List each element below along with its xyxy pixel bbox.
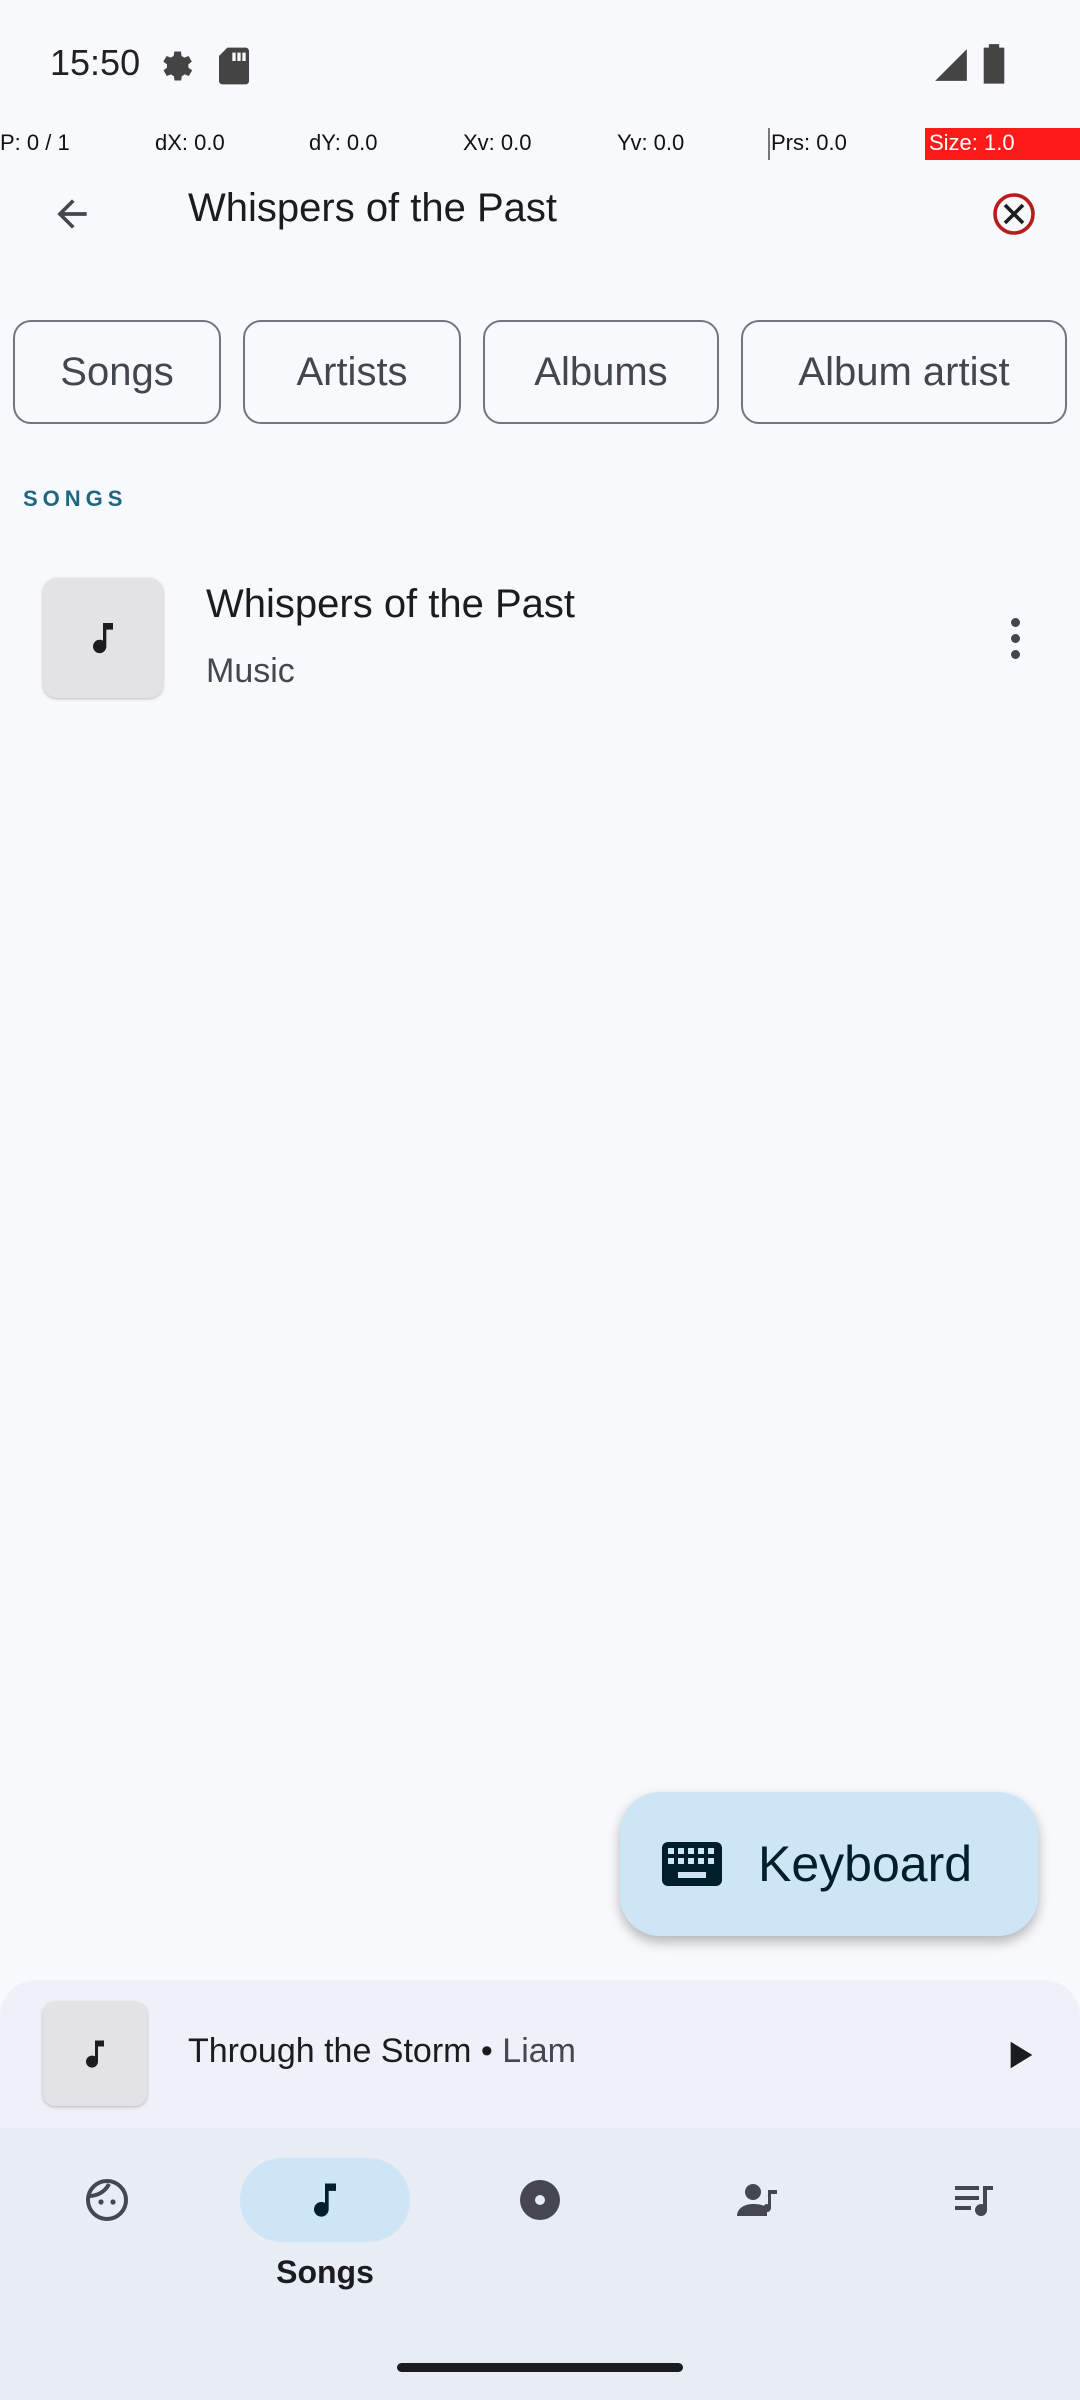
mini-player-track: Through the Storm • Liam [188,2032,576,2071]
play-button[interactable] [994,2030,1044,2080]
signal-icon [932,46,970,89]
battery-icon [982,42,1006,89]
nav-item-artists[interactable] [672,2158,842,2308]
arrow-back-icon [57,199,87,229]
chip-artists[interactable]: Artists [243,320,461,424]
song-title: Whispers of the Past [206,582,576,626]
nav-label-songs: Songs [276,2254,374,2290]
section-title-songs: SONGS [23,486,128,511]
debug-yv: Yv: 0.0 [617,130,685,155]
settings-gear-icon [156,46,196,91]
more-options-button[interactable] [990,610,1040,666]
debug-dx: dX: 0.0 [155,130,225,155]
nav-item-playlists[interactable] [888,2158,1058,2308]
chip-songs[interactable]: Songs [13,320,221,424]
artist-icon [737,2184,777,2216]
search-toolbar: Whispers of the Past [0,160,1080,260]
nav-item-songs[interactable]: Songs [240,2158,410,2308]
status-time: 15:50 [50,42,141,83]
mini-player[interactable]: Through the Storm • Liam [0,1980,1080,2128]
nav-item-for-you[interactable] [22,2158,192,2308]
keyboard-icon [662,1842,722,1886]
nav-item-albums[interactable] [455,2158,625,2308]
music-note-icon [93,623,113,654]
sd-card-icon [216,46,252,91]
playlist-icon [955,2186,993,2217]
gesture-handle [397,2363,683,2372]
debug-size: Size: 1.0 [925,128,1080,160]
song-artwork [43,578,163,698]
mini-player-separator: • [471,2032,503,2070]
bottom-navigation: Songs [0,2128,1080,2400]
debug-xv: Xv: 0.0 [463,130,532,155]
chip-albums[interactable]: Albums [483,320,719,424]
search-input[interactable]: Whispers of the Past [188,186,557,231]
song-subtitle: Music [206,652,295,690]
mini-player-artwork [43,2002,147,2106]
clear-icon [993,193,1035,235]
filter-chips: Songs Artists Albums Album artist [0,320,1080,424]
clear-search-button[interactable] [986,186,1042,242]
mini-player-artist: Liam [502,2032,576,2070]
debug-pressure: Prs: 0.0 [771,130,847,155]
keyboard-fab[interactable]: Keyboard [620,1792,1038,1936]
debug-divider [768,128,770,160]
album-icon [520,2180,560,2220]
debug-dy: dY: 0.0 [309,130,378,155]
music-note-icon [86,2040,104,2068]
more-vert-icon [1010,617,1020,627]
face-icon [86,2179,128,2221]
chip-album-artist[interactable]: Album artist [741,320,1067,424]
back-button[interactable] [40,182,104,246]
status-bar: 15:50 [0,0,1080,130]
debug-pointer: P: 0 / 1 [0,130,70,155]
play-icon [1010,2041,1033,2069]
song-list-item[interactable]: Whispers of the Past Music [0,560,1080,716]
mini-player-title: Through the Storm [188,2032,472,2070]
music-note-icon [314,2183,336,2217]
keyboard-fab-label: Keyboard [758,1836,973,1892]
pointer-debug-overlay: P: 0 / 1 dX: 0.0 dY: 0.0 Xv: 0.0 Yv: 0.0… [0,128,1080,160]
